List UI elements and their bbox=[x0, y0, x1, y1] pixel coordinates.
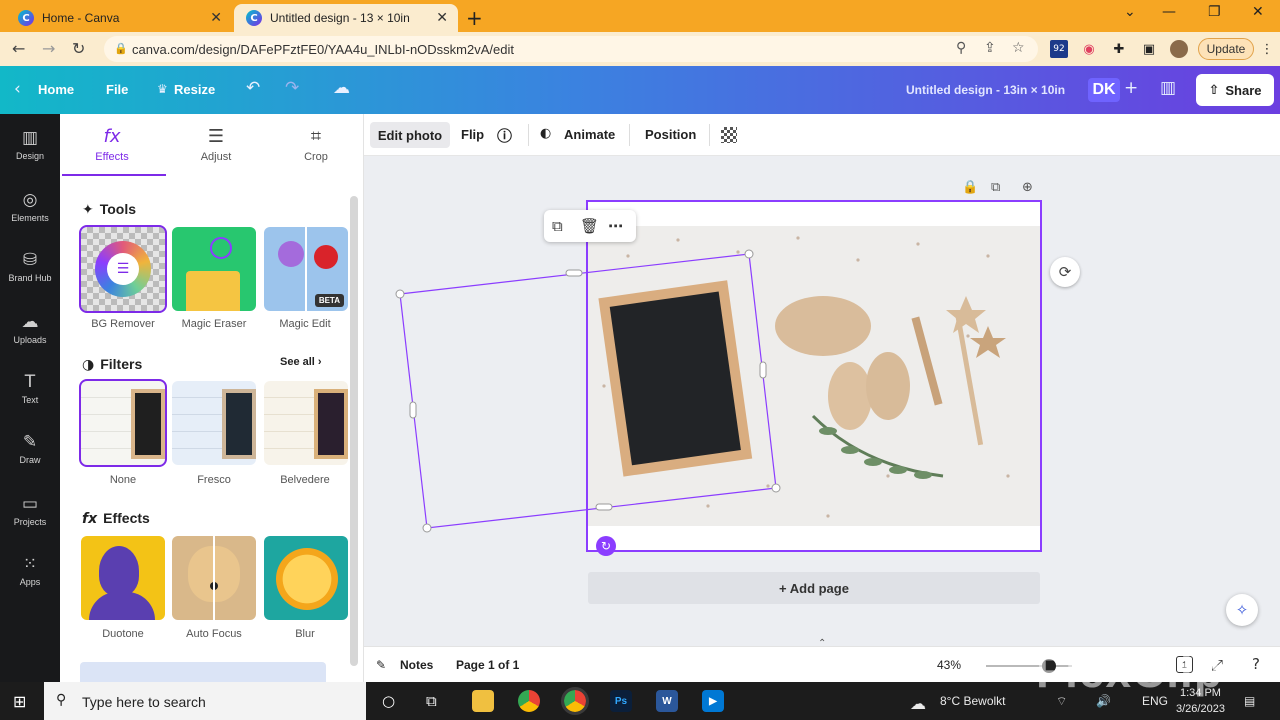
task-view-icon[interactable]: ⧉ bbox=[426, 692, 437, 710]
duplicate-icon[interactable]: ⧉ bbox=[552, 217, 563, 235]
chrome-active-icon[interactable] bbox=[561, 687, 589, 715]
weather-cloud-icon: ☁ bbox=[910, 696, 926, 713]
zoom-level[interactable]: 43% bbox=[937, 658, 961, 672]
more-options-icon[interactable]: ⋯ bbox=[608, 217, 623, 235]
chrome-icon[interactable] bbox=[518, 690, 540, 712]
cortana-icon[interactable]: ○ bbox=[382, 692, 395, 710]
taskbar-search-placeholder: Type here to search bbox=[82, 694, 206, 710]
windows-start-icon[interactable]: ⊞ bbox=[13, 692, 26, 711]
notes-button[interactable]: Notes bbox=[400, 658, 433, 672]
notifications-icon[interactable]: ▤ bbox=[1244, 694, 1255, 708]
clock-date[interactable]: 3/26/2023 bbox=[1176, 703, 1225, 715]
file-explorer-icon[interactable] bbox=[472, 690, 494, 712]
help-icon[interactable]: ? bbox=[1252, 655, 1260, 673]
media-player-icon[interactable]: ▶ bbox=[702, 690, 724, 712]
search-icon: ⚲ bbox=[56, 692, 67, 708]
word-icon[interactable]: W bbox=[656, 690, 678, 712]
weather-text[interactable]: 8°C Bewolkt bbox=[940, 694, 1006, 708]
notes-icon: ✎ bbox=[376, 658, 387, 672]
selection-frame bbox=[395, 249, 781, 533]
refresh-icon[interactable]: ⟳ bbox=[1050, 257, 1080, 287]
rotate-handle-icon[interactable]: ↻ bbox=[596, 536, 616, 556]
photoshop-icon[interactable]: Ps bbox=[610, 690, 632, 712]
trash-icon[interactable]: 🗑 bbox=[580, 217, 599, 235]
element-action-bar: ⧉ 🗑 ⋯ bbox=[544, 210, 636, 242]
magic-sparkle-icon[interactable]: ✧ bbox=[1226, 594, 1258, 626]
flexclip-watermark: FlexClip bbox=[1036, 645, 1223, 697]
page-indicator[interactable]: Page 1 of 1 bbox=[456, 658, 519, 672]
taskbar-search[interactable]: ⚲ Type here to search bbox=[44, 682, 366, 720]
add-page-button[interactable]: + Add page bbox=[588, 572, 1040, 604]
